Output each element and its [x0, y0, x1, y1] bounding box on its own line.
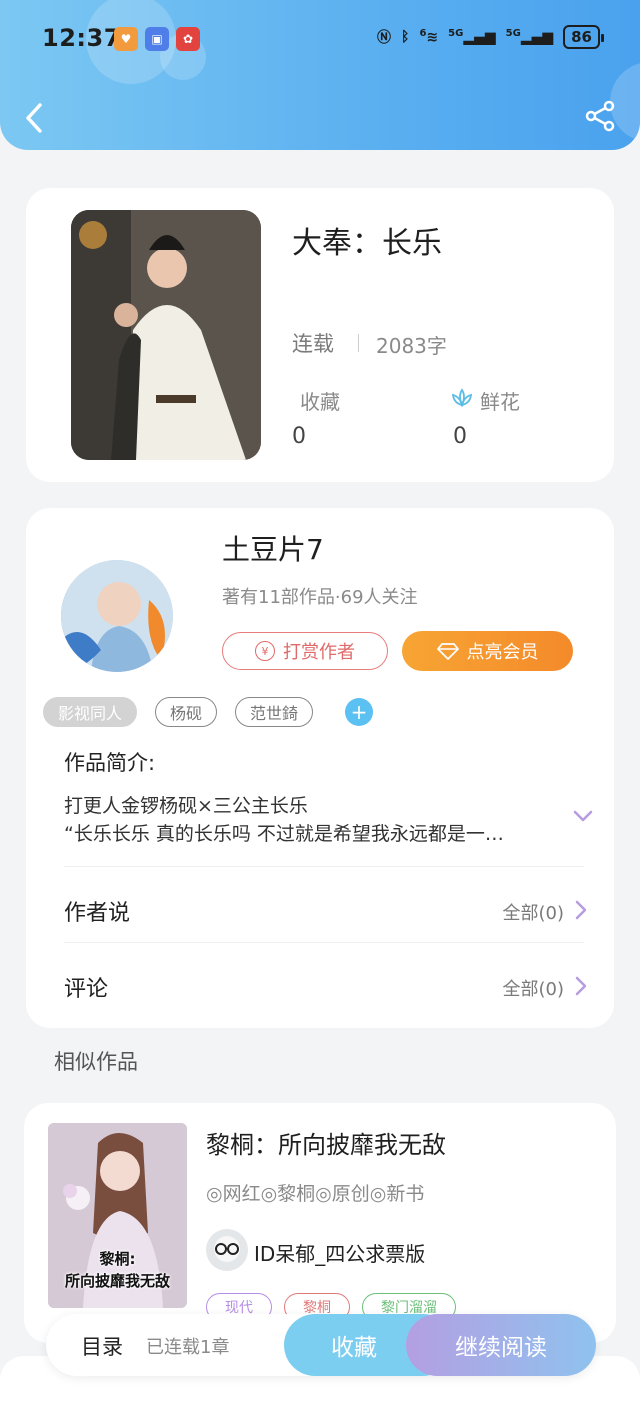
similar-book-tags: ◎网红◎黎桐◎原创◎新书 [206, 1183, 425, 1205]
author-says-count: 全部(0) [502, 903, 565, 924]
status-indicators: Ⓝ ᛒ 6≋ 5G▂▄▆ 5G▂▄▆ 86 [377, 25, 604, 49]
cover-title-line: 黎桐: [99, 1250, 136, 1268]
similar-book-card[interactable]: 黎桐: 所向披靡我无敌 黎桐：所向披靡我无敌 ◎网红◎黎桐◎原创◎新书 ID呆郁… [24, 1103, 616, 1343]
similar-book-title: 黎桐：所向披靡我无敌 [206, 1131, 446, 1159]
coin-icon: ¥ [255, 641, 275, 661]
notification-icons: ♥ ▣ ✿ [114, 27, 200, 51]
author-avatar[interactable] [61, 560, 173, 672]
intro-text: 打更人金锣杨砚×三公主长乐 [64, 795, 308, 817]
status-time: 12:37 [42, 24, 121, 52]
book-info-card: 大奉：长乐 连载 2083字 收藏 0 鲜花 0 [26, 188, 614, 482]
tag-list: 影视同人 杨砚 范世錡 + [43, 697, 374, 727]
similar-section-title: 相似作品 [54, 1050, 138, 1074]
battery-icon: 86 [563, 25, 604, 49]
intro-label: 作品简介: [64, 751, 156, 775]
flower-count: 0 [453, 424, 467, 449]
bluetooth-icon: ᛒ [401, 29, 410, 45]
continue-reading-label: 继续阅读 [455, 1335, 547, 1361]
divider [64, 866, 584, 867]
chevron-right-icon [575, 976, 587, 996]
similar-book-cover[interactable]: 黎桐: 所向披靡我无敌 [48, 1123, 187, 1308]
comments-label: 评论 [64, 977, 109, 1002]
cellular-signal-icon: 5G▂▄▆ [448, 28, 496, 46]
cellular-signal-icon: 5G▂▄▆ [505, 28, 554, 46]
heart-app-icon: ♥ [114, 27, 138, 51]
avatar-illustration [206, 1229, 248, 1271]
tag-chip[interactable]: 范世錡 [235, 697, 314, 727]
similar-author-name: ID呆郁_四公求票版 [254, 1242, 426, 1266]
tag-chip[interactable]: 影视同人 [43, 697, 138, 727]
chevron-right-icon [575, 900, 587, 920]
vip-button[interactable]: 点亮会员 [402, 631, 573, 671]
collect-count: 0 [292, 424, 306, 449]
add-tag-button[interactable]: + [345, 698, 374, 726]
flower-count-label: 鲜花 [480, 390, 520, 414]
back-button[interactable] [20, 100, 50, 136]
avatar-illustration [61, 560, 173, 672]
cover-figure-illustration [71, 210, 261, 460]
chapter-count: 已连载1章 [146, 1337, 230, 1358]
similar-author-avatar [206, 1229, 248, 1271]
author-name[interactable]: 土豆片7 [222, 528, 324, 568]
collect-button-label: 收藏 [331, 1335, 377, 1361]
vip-label: 点亮会员 [466, 642, 539, 663]
chevron-down-icon[interactable] [571, 808, 595, 824]
divider [64, 942, 584, 943]
book-word-count: 2083字 [376, 334, 447, 358]
tag-chip[interactable]: 杨砚 [155, 697, 218, 727]
header: 12:37 ♥ ▣ ✿ Ⓝ ᛒ 6≋ 5G▂▄▆ 5G▂▄▆ 86 [0, 0, 640, 150]
author-meta: 著有11部作品·69人关注 [222, 587, 418, 608]
book-status: 连载 [292, 332, 334, 356]
nfc-icon: Ⓝ [377, 30, 392, 46]
continue-reading-button[interactable]: 继续阅读 [406, 1314, 596, 1376]
puzzle-app-icon: ✿ [176, 27, 200, 51]
diamond-icon [436, 643, 459, 660]
cover-title-text: 黎桐: 所向披靡我无敌 [48, 1248, 187, 1292]
author-info-card: 土豆片7 著有11部作品·69人关注 ¥ 打赏作者 点亮会员 影视同人 杨砚 范… [26, 508, 614, 1028]
tip-author-label: 打赏作者 [283, 642, 355, 663]
intro-text: “长乐长乐 真的长乐吗 不过就是希望我永远都是一… [64, 823, 504, 845]
share-icon[interactable] [584, 100, 616, 132]
bottom-action-bar: 目录 已连载1章 收藏 继续阅读 [46, 1314, 596, 1376]
lotus-icon [451, 388, 473, 408]
wifi-icon: 6≋ [419, 28, 439, 46]
cover-title-line: 所向披靡我无敌 [64, 1272, 170, 1290]
book-cover[interactable] [71, 210, 261, 460]
toc-button[interactable]: 目录 [81, 1331, 123, 1361]
author-says-label: 作者说 [64, 901, 131, 926]
book-title: 大奉：长乐 [292, 226, 442, 261]
comments-count: 全部(0) [502, 979, 565, 1000]
divider [358, 334, 359, 352]
store-app-icon: ▣ [145, 27, 169, 51]
tip-author-button[interactable]: ¥ 打赏作者 [222, 632, 388, 670]
collect-count-label: 收藏 [300, 390, 340, 414]
